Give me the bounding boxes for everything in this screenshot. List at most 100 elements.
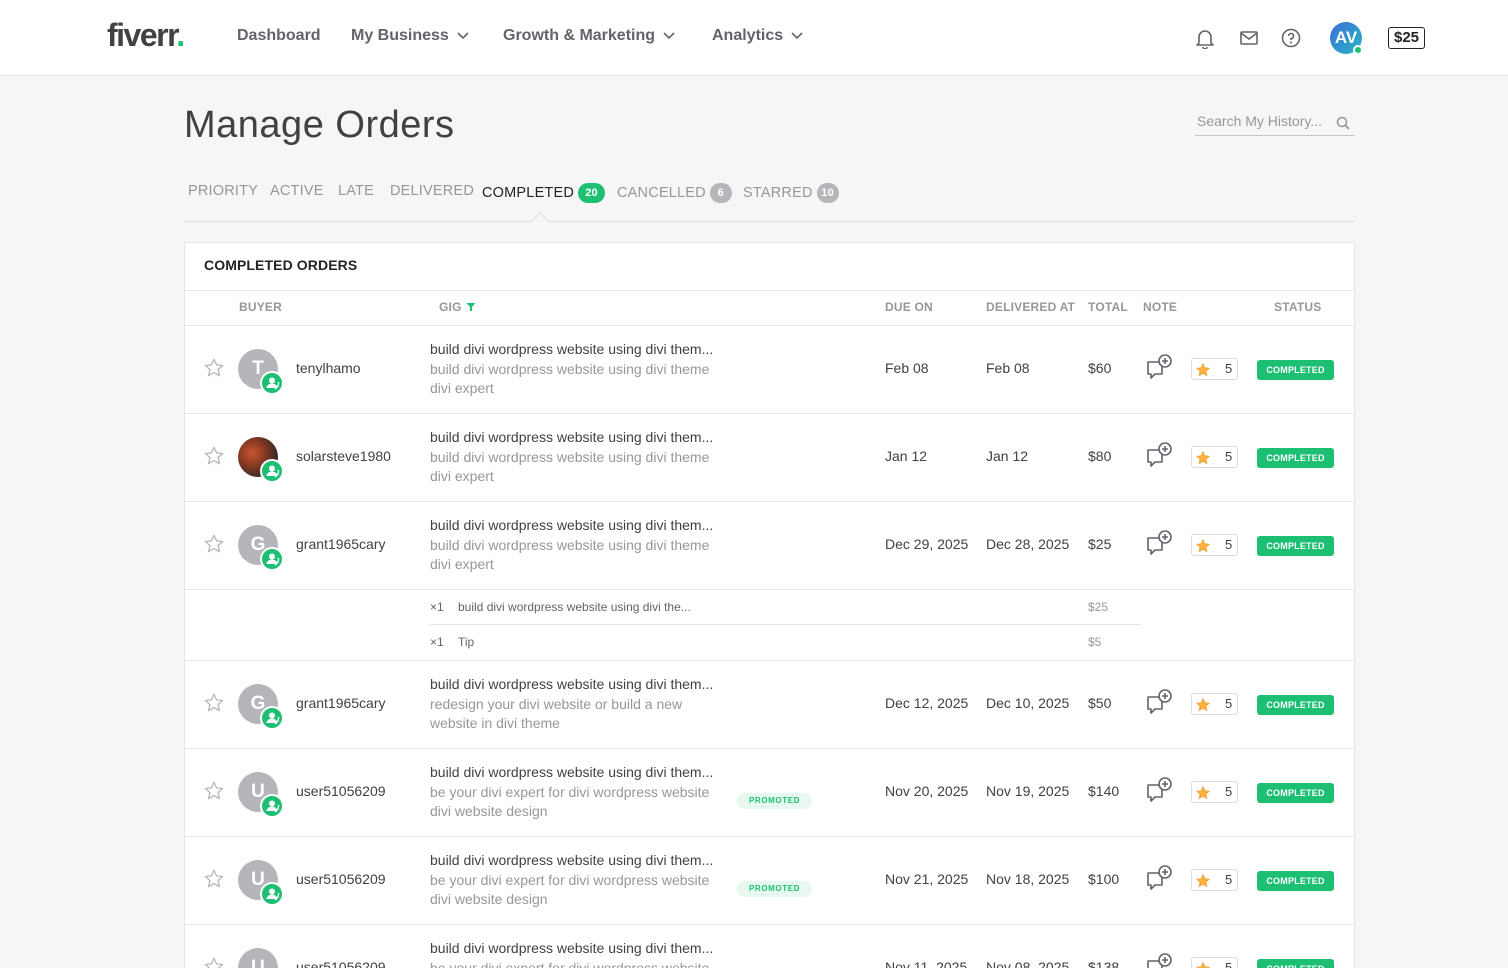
star-icon (1195, 450, 1211, 471)
note-add-icon[interactable] (1145, 688, 1175, 718)
nav-growth-marketing[interactable]: Growth & Marketing (503, 27, 675, 45)
rating-value: 5 (1225, 361, 1233, 376)
gig-title[interactable]: build divi wordpress website using divi … (430, 852, 713, 868)
tab-count-badge: 10 (816, 183, 839, 203)
rating-box[interactable]: 5 (1191, 446, 1238, 468)
tab-delivered[interactable]: DELIVERED (390, 183, 474, 199)
order-total: $60 (1088, 360, 1112, 376)
chevron-down-icon (663, 32, 675, 40)
help-icon[interactable] (1280, 27, 1302, 49)
chevron-down-icon (457, 32, 469, 40)
order-total: $138 (1088, 959, 1120, 968)
star-outline-icon[interactable] (203, 692, 225, 714)
delivered-date: Jan 12 (986, 448, 1029, 464)
due-date: Feb 08 (885, 360, 929, 376)
due-date: Nov 21, 2025 (885, 871, 969, 887)
mail-icon[interactable] (1238, 27, 1260, 49)
tab-starred[interactable]: STARRED 10 (743, 183, 839, 203)
gig-title[interactable]: build divi wordpress website using divi … (430, 341, 713, 357)
star-outline-icon[interactable] (203, 445, 225, 467)
gig-title[interactable]: build divi wordpress website using divi … (430, 940, 713, 956)
tab-active[interactable]: ACTIVE (270, 183, 324, 199)
buyer-name[interactable]: tenylhamo (296, 360, 361, 376)
nav-dashboard[interactable]: Dashboard (237, 27, 321, 45)
repeat-buyer-icon (260, 794, 284, 818)
column-due-on[interactable]: DUE ON (885, 300, 933, 314)
buyer-name[interactable]: solarsteve1980 (296, 448, 391, 464)
gig-description: build divi wordpress website using divi … (430, 537, 710, 572)
rating-value: 5 (1225, 449, 1233, 464)
due-date: Dec 29, 2025 (885, 536, 969, 552)
fiverr-logo[interactable]: fiverr. (107, 17, 185, 54)
rating-box[interactable]: 5 (1191, 534, 1238, 556)
tab-label: LATE (338, 183, 374, 199)
column-buyer[interactable]: BUYER (239, 300, 282, 314)
star-icon (1195, 538, 1211, 559)
note-add-icon[interactable] (1145, 441, 1175, 471)
note-add-icon[interactable] (1145, 353, 1175, 383)
rating-box[interactable]: 5 (1191, 869, 1238, 891)
table-row[interactable]: U user51056209 build divi wordpress webs… (185, 837, 1354, 925)
tab-cancelled[interactable]: CANCELLED 6 (617, 183, 732, 203)
table-row[interactable]: U user51056209 build divi wordpress webs… (185, 749, 1354, 837)
filter-icon[interactable] (466, 301, 476, 315)
star-icon (1195, 362, 1211, 383)
order-total: $140 (1088, 783, 1120, 799)
rating-box[interactable]: 5 (1191, 358, 1238, 380)
rating-value: 5 (1225, 960, 1233, 968)
table-row[interactable]: solarsteve1980 build divi wordpress webs… (185, 414, 1354, 502)
buyer-name[interactable]: user51056209 (296, 959, 386, 968)
note-add-icon[interactable] (1145, 952, 1175, 968)
buyer-name[interactable]: grant1965cary (296, 536, 386, 552)
note-add-icon[interactable] (1145, 776, 1175, 806)
nav-dashboard-label: Dashboard (237, 27, 321, 44)
table-row[interactable]: G grant1965cary build divi wordpress web… (185, 502, 1354, 590)
top-navbar: fiverr. Dashboard My Business Growth & M… (0, 0, 1508, 76)
table-row[interactable]: G grant1965cary build divi wordpress web… (185, 661, 1354, 749)
gig-title[interactable]: build divi wordpress website using divi … (430, 429, 713, 445)
gig-description: be your divi expert for divi wordpress w… (430, 784, 710, 819)
nav-my-business[interactable]: My Business (351, 27, 469, 45)
star-outline-icon[interactable] (203, 868, 225, 890)
breakdown-price: $5 (1088, 635, 1102, 649)
buyer-name[interactable]: user51056209 (296, 871, 386, 887)
due-date: Jan 12 (885, 448, 928, 464)
buyer-avatar[interactable]: U (238, 948, 278, 968)
note-add-icon[interactable] (1145, 864, 1175, 894)
search-input[interactable] (1197, 113, 1327, 129)
gig-title[interactable]: build divi wordpress website using divi … (430, 764, 713, 780)
status-badge: COMPLETED (1257, 448, 1334, 468)
gig-title[interactable]: build divi wordpress website using divi … (430, 676, 713, 692)
table-row[interactable]: U user51056209 build divi wordpress webs… (185, 925, 1354, 968)
rating-box[interactable]: 5 (1191, 957, 1238, 968)
column-gig[interactable]: GIG (439, 300, 476, 315)
nav-analytics[interactable]: Analytics (712, 27, 803, 45)
balance-badge[interactable]: $25 (1388, 27, 1426, 49)
gig-description: be your divi expert for divi wordpress w… (430, 960, 710, 968)
table-row[interactable]: T tenylhamo build divi wordpress website… (185, 326, 1354, 414)
column-delivered-at[interactable]: DELIVERED AT (986, 300, 1075, 314)
repeat-buyer-icon (260, 882, 284, 906)
tab-completed[interactable]: COMPLETED 20 (482, 183, 606, 203)
bell-icon[interactable] (1194, 27, 1216, 50)
star-outline-icon[interactable] (203, 533, 225, 555)
gig-description: redesign your divi website or build a ne… (430, 696, 683, 731)
rating-box[interactable]: 5 (1191, 781, 1238, 803)
tab-late[interactable]: LATE (338, 183, 374, 199)
search-icon[interactable] (1336, 116, 1350, 135)
star-outline-icon[interactable] (203, 357, 225, 379)
star-outline-icon[interactable] (203, 956, 225, 968)
nav-growth-marketing-label: Growth & Marketing (503, 27, 656, 44)
tab-label: PRIORITY (188, 183, 259, 199)
rating-box[interactable]: 5 (1191, 693, 1238, 715)
column-total[interactable]: TOTAL (1088, 300, 1128, 314)
repeat-buyer-icon (260, 706, 284, 730)
buyer-name[interactable]: grant1965cary (296, 695, 386, 711)
column-note: NOTE (1143, 300, 1178, 314)
gig-title[interactable]: build divi wordpress website using divi … (430, 517, 713, 533)
tab-priority[interactable]: PRIORITY (188, 183, 258, 199)
nav-analytics-label: Analytics (712, 27, 784, 44)
star-outline-icon[interactable] (203, 780, 225, 802)
buyer-name[interactable]: user51056209 (296, 783, 386, 799)
note-add-icon[interactable] (1145, 529, 1175, 559)
